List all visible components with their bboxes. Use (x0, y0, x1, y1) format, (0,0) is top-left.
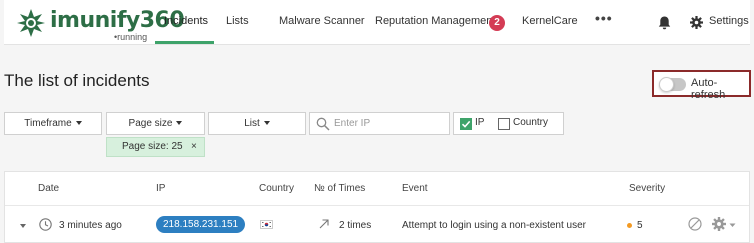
top-navigation: imunify360 •running Incidents Lists Malw… (4, 0, 750, 45)
chip-label: Page size: 25 (122, 141, 183, 152)
country-checkbox[interactable] (498, 118, 510, 130)
page-size-filter-chip: Page size: 25 × (106, 137, 205, 157)
timeframe-label: Timeframe (24, 118, 72, 129)
arrow-up-right-icon (319, 219, 329, 229)
ip-checkbox-label: IP (475, 117, 485, 128)
column-header-country[interactable]: Country (259, 183, 294, 194)
imunify-logo[interactable]: imunify360 •running (14, 6, 185, 42)
toggle-knob (659, 77, 674, 92)
caret-down-icon (176, 121, 183, 126)
column-header-date[interactable]: Date (38, 183, 59, 194)
incident-times: 2 times (339, 220, 372, 231)
ip-search-box (309, 112, 450, 135)
row-actions-gear-icon[interactable] (712, 217, 726, 231)
incidents-table: Date IP Country № of Times Event Severit… (4, 171, 750, 243)
ip-checkbox[interactable] (460, 118, 472, 130)
tab-incidents[interactable]: Incidents (164, 15, 208, 27)
active-tab-indicator (155, 41, 214, 44)
search-icon (316, 117, 330, 131)
page-size-dropdown[interactable]: Page size (106, 112, 205, 135)
page-title: The list of incidents (4, 71, 150, 90)
incident-severity: 5 (637, 220, 643, 231)
ip-search-input[interactable] (334, 115, 444, 132)
clock-icon (39, 218, 52, 231)
auto-refresh-toggle[interactable] (659, 77, 686, 92)
list-label: List (244, 118, 260, 129)
page-size-label: Page size (128, 118, 173, 129)
caret-down-icon (263, 121, 270, 126)
settings-link[interactable]: Settings (709, 15, 749, 27)
south-korea-flag-icon (260, 220, 273, 229)
column-header-severity[interactable]: Severity (629, 183, 665, 194)
bell-icon[interactable] (658, 16, 671, 30)
incident-ip-badge[interactable]: 218.158.231.151 (156, 216, 246, 233)
brand-status: •running (114, 32, 148, 42)
country-checkbox-label: Country (513, 117, 549, 128)
severity-indicator (627, 223, 632, 228)
column-header-ip[interactable]: IP (156, 183, 165, 194)
tab-reputation-management[interactable]: Reputation Management (375, 15, 495, 27)
incident-date: 3 minutes ago (59, 220, 122, 231)
tab-malware-scanner[interactable]: Malware Scanner (279, 15, 365, 27)
expand-row-icon[interactable] (19, 222, 27, 230)
actions-caret-icon[interactable] (729, 222, 736, 229)
block-icon[interactable] (688, 217, 702, 231)
column-header-event[interactable]: Event (402, 183, 428, 194)
auto-refresh-control: Auto-refresh (652, 70, 751, 101)
checkmark-icon (461, 120, 471, 128)
chip-close-icon[interactable]: × (191, 138, 197, 156)
gear-icon[interactable] (690, 16, 703, 29)
search-scope-checkboxes: IP Country (453, 112, 564, 135)
auto-refresh-label: Auto-refresh (691, 77, 726, 101)
list-dropdown[interactable]: List (208, 112, 306, 135)
tab-lists[interactable]: Lists (226, 15, 249, 27)
more-menu-icon[interactable]: ••• (595, 10, 613, 26)
tab-kernelcare[interactable]: KernelCare (522, 15, 578, 27)
incident-event: Attempt to login using a non-existent us… (402, 220, 586, 231)
imunify-logo-icon (17, 9, 45, 37)
reputation-count-badge: 2 (489, 15, 505, 31)
timeframe-dropdown[interactable]: Timeframe (4, 112, 102, 135)
caret-down-icon (75, 121, 82, 126)
column-header-times[interactable]: № of Times (314, 183, 365, 194)
header-divider (5, 205, 749, 206)
